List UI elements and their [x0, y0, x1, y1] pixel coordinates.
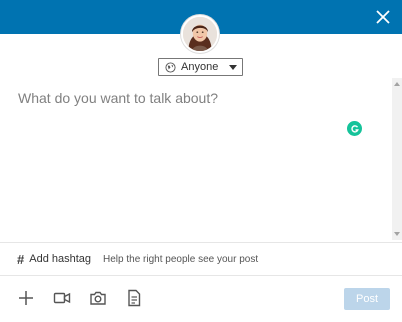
avatar: [181, 15, 219, 53]
hashtag-row: # Add hashtag Help the right people see …: [0, 242, 402, 276]
scroll-up-icon[interactable]: [394, 82, 400, 86]
add-video-button[interactable]: [53, 289, 71, 307]
hashtag-hint: Help the right people see your post: [103, 253, 259, 265]
add-content-button[interactable]: [17, 289, 35, 307]
close-icon: [376, 10, 390, 24]
post-editor[interactable]: [0, 78, 390, 240]
audience-label: Anyone: [181, 61, 219, 73]
hashtag-icon: #: [17, 251, 25, 267]
post-button[interactable]: Post: [344, 288, 390, 310]
grammarly-icon[interactable]: [347, 121, 362, 136]
post-text-input[interactable]: [0, 78, 390, 240]
add-hashtag-button[interactable]: # Add hashtag: [17, 252, 91, 267]
add-hashtag-label: Add hashtag: [29, 253, 92, 265]
scrollbar[interactable]: [392, 78, 402, 240]
camera-icon: [90, 291, 106, 305]
chevron-down-icon: [229, 64, 238, 70]
audience-selector[interactable]: Anyone: [158, 58, 243, 76]
post-toolbar: [0, 276, 402, 322]
plus-icon: [19, 291, 33, 305]
add-photo-button[interactable]: [89, 289, 107, 307]
add-document-button[interactable]: [125, 289, 143, 307]
close-button[interactable]: [372, 6, 394, 28]
document-icon: [128, 289, 141, 307]
scroll-down-icon[interactable]: [394, 232, 400, 236]
video-icon: [53, 292, 71, 304]
globe-icon: [165, 61, 176, 73]
